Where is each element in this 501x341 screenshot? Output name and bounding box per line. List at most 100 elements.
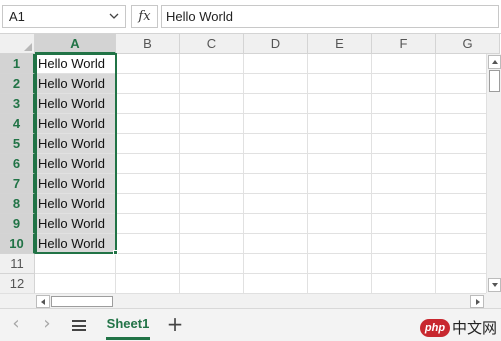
cell-f8[interactable] (372, 194, 436, 214)
select-all-button[interactable] (0, 34, 35, 54)
cell-a9[interactable]: Hello World (35, 214, 116, 234)
cell-e1[interactable] (308, 54, 372, 74)
cell-d6[interactable] (244, 154, 308, 174)
cell-f4[interactable] (372, 114, 436, 134)
name-box[interactable]: A1 (2, 5, 126, 28)
row-header-8[interactable]: 8 (0, 194, 35, 214)
cell-e8[interactable] (308, 194, 372, 214)
cell-c7[interactable] (180, 174, 244, 194)
cell-e4[interactable] (308, 114, 372, 134)
column-header-c[interactable]: C (180, 34, 244, 54)
cell-c6[interactable] (180, 154, 244, 174)
cell-b7[interactable] (116, 174, 180, 194)
chevron-down-icon[interactable] (109, 11, 119, 21)
row-header-3[interactable]: 3 (0, 94, 35, 114)
cell-f3[interactable] (372, 94, 436, 114)
cell-b10[interactable] (116, 234, 180, 254)
cell-b1[interactable] (116, 54, 180, 74)
column-header-d[interactable]: D (244, 34, 308, 54)
row-header-11[interactable]: 11 (0, 254, 35, 274)
cell-b12[interactable] (116, 274, 180, 294)
scroll-down-button[interactable] (488, 278, 501, 292)
previous-sheet-button[interactable]: ‹ (7, 315, 25, 334)
cell-c9[interactable] (180, 214, 244, 234)
sheet-tab-sheet1[interactable]: Sheet1 (104, 312, 152, 340)
row-header-1[interactable]: 1 (0, 54, 35, 74)
column-header-f[interactable]: F (372, 34, 436, 54)
cell-f1[interactable] (372, 54, 436, 74)
cell-d10[interactable] (244, 234, 308, 254)
cell-e6[interactable] (308, 154, 372, 174)
cell-c12[interactable] (180, 274, 244, 294)
row-header-7[interactable]: 7 (0, 174, 35, 194)
sheet-list-menu-icon[interactable] (72, 320, 86, 331)
cell-a11[interactable] (35, 254, 116, 274)
cell-a5[interactable]: Hello World (35, 134, 116, 154)
cell-e12[interactable] (308, 274, 372, 294)
row-header-6[interactable]: 6 (0, 154, 35, 174)
cell-d3[interactable] (244, 94, 308, 114)
column-header-b[interactable]: B (116, 34, 180, 54)
cell-c5[interactable] (180, 134, 244, 154)
cell-a1[interactable]: Hello World (35, 54, 116, 74)
scroll-right-button[interactable] (470, 295, 484, 308)
cell-e2[interactable] (308, 74, 372, 94)
cell-a3[interactable]: Hello World (35, 94, 116, 114)
cell-a7[interactable]: Hello World (35, 174, 116, 194)
scroll-up-button[interactable] (488, 55, 501, 69)
cell-d11[interactable] (244, 254, 308, 274)
cell-f7[interactable] (372, 174, 436, 194)
cell-a2[interactable]: Hello World (35, 74, 116, 94)
row-header-2[interactable]: 2 (0, 74, 35, 94)
scroll-left-button[interactable] (36, 295, 50, 308)
cell-f11[interactable] (372, 254, 436, 274)
formula-input[interactable]: Hello World (161, 5, 499, 28)
cell-b11[interactable] (116, 254, 180, 274)
cell-d2[interactable] (244, 74, 308, 94)
cell-c10[interactable] (180, 234, 244, 254)
row-header-10[interactable]: 10 (0, 234, 35, 254)
cell-b5[interactable] (116, 134, 180, 154)
cell-d12[interactable] (244, 274, 308, 294)
cell-b9[interactable] (116, 214, 180, 234)
cell-e7[interactable] (308, 174, 372, 194)
cell-a4[interactable]: Hello World (35, 114, 116, 134)
cell-d7[interactable] (244, 174, 308, 194)
cell-b6[interactable] (116, 154, 180, 174)
cell-d4[interactable] (244, 114, 308, 134)
cell-f5[interactable] (372, 134, 436, 154)
cell-b8[interactable] (116, 194, 180, 214)
add-sheet-button[interactable]: + (165, 314, 185, 334)
cell-d5[interactable] (244, 134, 308, 154)
cell-e3[interactable] (308, 94, 372, 114)
cell-c3[interactable] (180, 94, 244, 114)
cell-e11[interactable] (308, 254, 372, 274)
cell-c11[interactable] (180, 254, 244, 274)
cell-b3[interactable] (116, 94, 180, 114)
next-sheet-button[interactable]: › (38, 315, 56, 334)
cell-d9[interactable] (244, 214, 308, 234)
insert-function-button[interactable]: fx (131, 5, 158, 28)
cell-f9[interactable] (372, 214, 436, 234)
horizontal-scroll-thumb[interactable] (51, 296, 113, 307)
vertical-scrollbar[interactable] (486, 54, 501, 294)
cell-f6[interactable] (372, 154, 436, 174)
cell-a12[interactable] (35, 274, 116, 294)
cell-d1[interactable] (244, 54, 308, 74)
vertical-scroll-thumb[interactable] (489, 70, 500, 92)
cell-e9[interactable] (308, 214, 372, 234)
cell-c2[interactable] (180, 74, 244, 94)
horizontal-scrollbar[interactable] (35, 293, 486, 308)
cell-c4[interactable] (180, 114, 244, 134)
row-header-12[interactable]: 12 (0, 274, 35, 294)
fill-handle[interactable] (113, 250, 118, 255)
column-header-a[interactable]: A (35, 34, 116, 54)
cell-e5[interactable] (308, 134, 372, 154)
row-header-4[interactable]: 4 (0, 114, 35, 134)
cell-f2[interactable] (372, 74, 436, 94)
row-header-5[interactable]: 5 (0, 134, 35, 154)
cell-f12[interactable] (372, 274, 436, 294)
cell-f10[interactable] (372, 234, 436, 254)
cell-b2[interactable] (116, 74, 180, 94)
cell-c8[interactable] (180, 194, 244, 214)
